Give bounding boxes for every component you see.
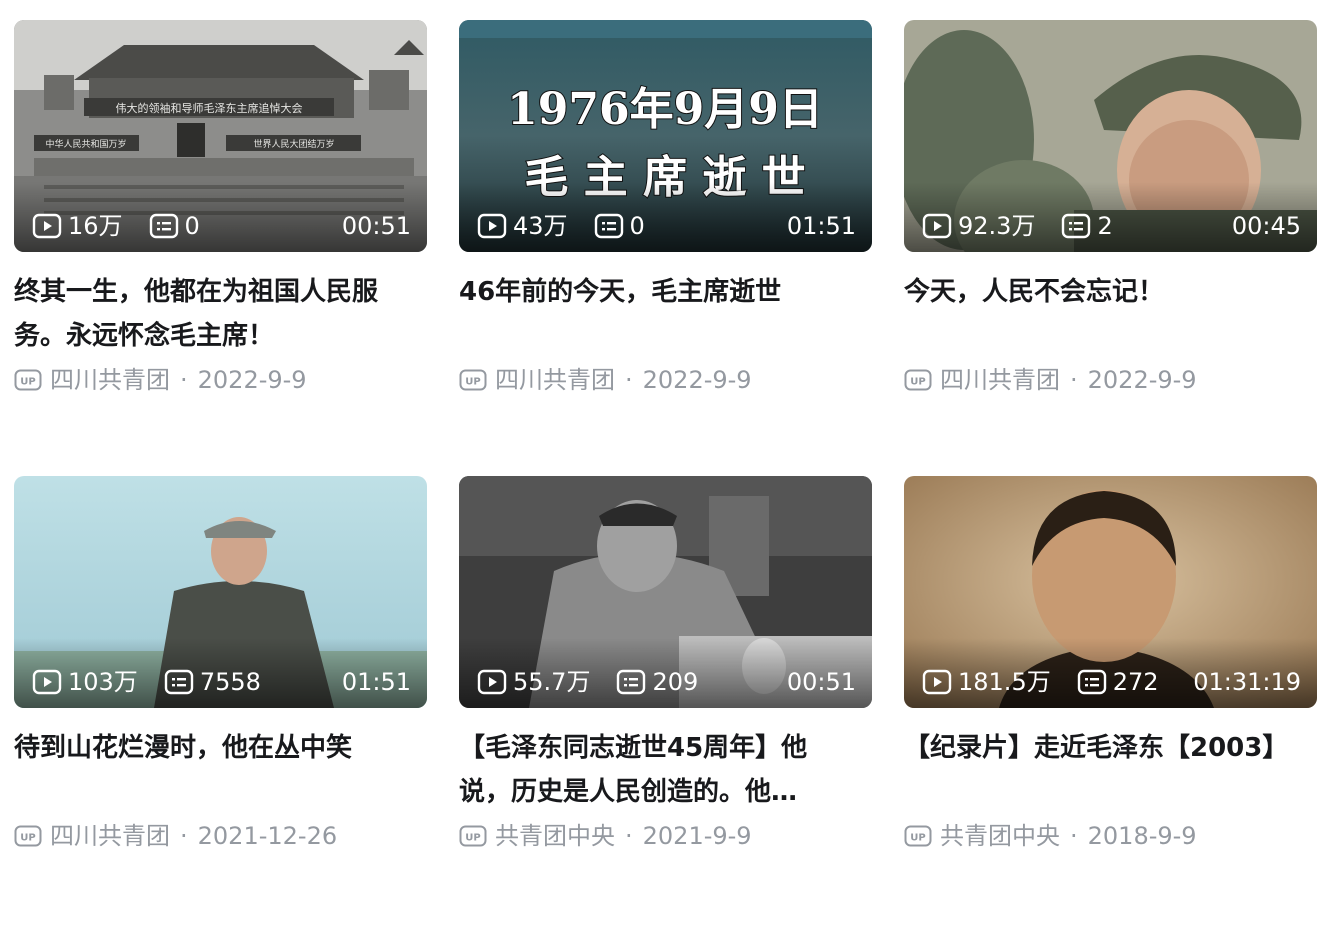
view-count: 55.7万 (513, 668, 591, 696)
play-count-icon (477, 669, 507, 695)
meta-separator: · (625, 822, 633, 850)
comment-count: 0 (184, 212, 200, 240)
video-title[interactable]: 【纪录片】走近毛泽东【2003】 (904, 726, 1284, 814)
svg-text:1976年9月9日: 1976年9月9日 (507, 84, 823, 135)
comment-count: 272 (1112, 668, 1159, 696)
danmaku-icon (164, 669, 194, 695)
video-meta: UP 共青团中央 · 2018-9-9 (904, 818, 1197, 854)
up-badge-icon: UP (459, 369, 487, 391)
video-duration: 01:51 (786, 212, 856, 240)
play-count-icon (922, 213, 952, 239)
svg-text:中华人民共和国万岁: 中华人民共和国万岁 (45, 138, 126, 150)
comment-count: 209 (652, 668, 699, 696)
danmaku-icon (594, 213, 623, 239)
upload-date: 2018-9-9 (1087, 822, 1197, 850)
comment-count: 2 (1097, 212, 1113, 240)
view-count: 16万 (68, 212, 123, 240)
meta-separator: · (180, 822, 188, 850)
comment-count: 7558 (199, 668, 261, 696)
meta-separator: · (625, 366, 633, 394)
uploader-name[interactable]: 共青团中央 (940, 818, 1060, 854)
danmaku-icon (1062, 213, 1091, 239)
view-count: 103万 (68, 668, 138, 696)
view-count: 92.3万 (958, 212, 1036, 240)
video-grid: 伟大的领袖和导师毛泽东主席追悼大会 中华人民共和国万岁 世界人民大团结万岁 16… (14, 20, 1317, 932)
comment-count: 0 (629, 212, 645, 240)
up-badge-icon: UP (904, 825, 932, 847)
up-badge-icon: UP (459, 825, 487, 847)
video-thumbnail[interactable]: 103万 7558 01:51 (14, 476, 427, 708)
video-thumbnail[interactable]: 伟大的领袖和导师毛泽东主席追悼大会 中华人民共和国万岁 世界人民大团结万岁 16… (14, 20, 427, 252)
video-stats: 103万 7558 01:51 (32, 668, 411, 696)
video-card[interactable]: 103万 7558 01:51 待到山花烂漫时，他在丛中笑 UP 四川共青团 ·… (14, 476, 427, 932)
svg-text:UP: UP (910, 833, 925, 844)
uploader-name[interactable]: 四川共青团 (50, 362, 170, 398)
video-title[interactable]: 待到山花烂漫时，他在丛中笑 (14, 726, 394, 814)
play-count-icon (477, 213, 507, 239)
video-meta: UP 共青团中央 · 2021-9-9 (459, 818, 752, 854)
uploader-name[interactable]: 四川共青团 (940, 362, 1060, 398)
svg-text:UP: UP (20, 833, 35, 844)
svg-text:UP: UP (465, 833, 480, 844)
video-duration: 00:51 (786, 668, 856, 696)
up-badge-icon: UP (904, 369, 932, 391)
video-meta: UP 四川共青团 · 2022-9-9 (904, 362, 1197, 398)
uploader-name[interactable]: 四川共青团 (495, 362, 615, 398)
video-meta: UP 四川共青团 · 2021-12-26 (14, 818, 337, 854)
svg-text:世界人民大团结万岁: 世界人民大团结万岁 (253, 138, 334, 150)
video-duration: 01:51 (341, 668, 411, 696)
video-meta: UP 四川共青团 · 2022-9-9 (14, 362, 307, 398)
view-count: 181.5万 (958, 668, 1051, 696)
video-duration: 00:51 (341, 212, 411, 240)
meta-separator: · (1070, 366, 1078, 394)
view-count: 43万 (513, 212, 568, 240)
video-card[interactable]: 1976年9月9日 毛 主 席 逝 世 43万 0 01:51 46年前的今天，… (459, 20, 872, 476)
video-stats: 16万 0 00:51 (32, 212, 411, 240)
video-thumbnail[interactable]: 181.5万 272 01:31:19 (904, 476, 1317, 708)
upload-date: 2022-9-9 (197, 366, 307, 394)
video-title[interactable]: 【毛泽东同志逝世45周年】他说，历史是人民创造的。他… (459, 726, 839, 814)
video-stats: 92.3万 2 00:45 (922, 212, 1301, 240)
video-card[interactable]: 92.3万 2 00:45 今天，人民不会忘记！ UP 四川共青团 · 2022… (904, 20, 1317, 476)
video-card[interactable]: 伟大的领袖和导师毛泽东主席追悼大会 中华人民共和国万岁 世界人民大团结万岁 16… (14, 20, 427, 476)
video-title[interactable]: 今天，人民不会忘记！ (904, 270, 1284, 358)
svg-text:UP: UP (20, 377, 35, 388)
video-duration: 00:45 (1231, 212, 1301, 240)
danmaku-icon (149, 213, 178, 239)
up-badge-icon: UP (14, 825, 42, 847)
upload-date: 2021-12-26 (197, 822, 338, 850)
uploader-name[interactable]: 共青团中央 (495, 818, 615, 854)
up-badge-icon: UP (14, 369, 42, 391)
play-count-icon (32, 669, 62, 695)
video-card[interactable]: 55.7万 209 00:51 【毛泽东同志逝世45周年】他说，历史是人民创造的… (459, 476, 872, 932)
video-title[interactable]: 终其一生，他都在为祖国人民服务。永远怀念毛主席！ (14, 270, 394, 358)
meta-separator: · (180, 366, 188, 394)
video-meta: UP 四川共青团 · 2022-9-9 (459, 362, 752, 398)
video-duration: 01:31:19 (1193, 668, 1301, 696)
svg-text:UP: UP (910, 377, 925, 388)
uploader-name[interactable]: 四川共青团 (50, 818, 170, 854)
video-thumbnail[interactable]: 1976年9月9日 毛 主 席 逝 世 43万 0 01:51 (459, 20, 872, 252)
upload-date: 2022-9-9 (642, 366, 752, 394)
svg-text:伟大的领袖和导师毛泽东主席追悼大会: 伟大的领袖和导师毛泽东主席追悼大会 (116, 101, 303, 115)
video-title[interactable]: 46年前的今天，毛主席逝世 (459, 270, 839, 358)
video-stats: 43万 0 01:51 (477, 212, 856, 240)
svg-text:UP: UP (465, 377, 480, 388)
meta-separator: · (1070, 822, 1078, 850)
video-card[interactable]: 181.5万 272 01:31:19 【纪录片】走近毛泽东【2003】 UP … (904, 476, 1317, 932)
video-stats: 181.5万 272 01:31:19 (922, 668, 1301, 696)
upload-date: 2021-9-9 (642, 822, 752, 850)
upload-date: 2022-9-9 (1087, 366, 1197, 394)
play-count-icon (922, 669, 952, 695)
play-count-icon (32, 213, 62, 239)
video-stats: 55.7万 209 00:51 (477, 668, 856, 696)
danmaku-icon (1077, 669, 1106, 695)
video-thumbnail[interactable]: 55.7万 209 00:51 (459, 476, 872, 708)
danmaku-icon (617, 669, 646, 695)
video-thumbnail[interactable]: 92.3万 2 00:45 (904, 20, 1317, 252)
